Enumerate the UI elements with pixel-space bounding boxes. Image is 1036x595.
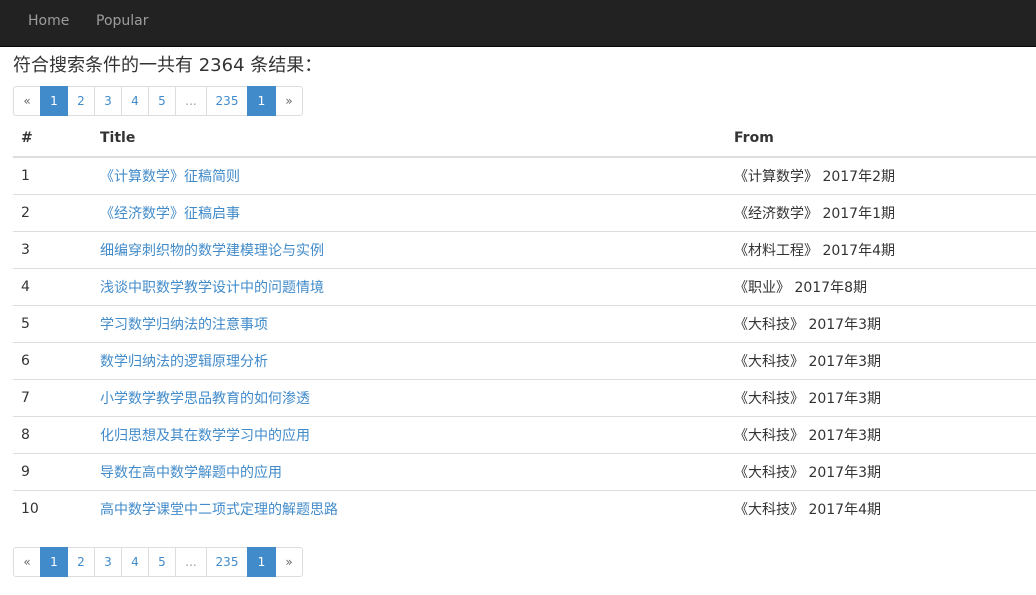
table-row: 3 细编穿刺织物的数学建模理论与实例 《材料工程》 2017年4期 xyxy=(13,230,1036,268)
row-source: 《大科技》 2017年3期 xyxy=(726,341,1036,379)
pagination-page-3[interactable]: 3 xyxy=(94,86,122,116)
table-row: 4 浅谈中职数学教学设计中的问题情境 《职业》 2017年8期 xyxy=(13,267,1036,305)
pagination-next-button[interactable]: » xyxy=(275,547,303,577)
pagination-next-button[interactable]: » xyxy=(275,86,303,116)
table-row: 6 数学归纳法的逻辑原理分析 《大科技》 2017年3期 xyxy=(13,341,1036,379)
table-row: 2 《经济数学》征稿启事 《经济数学》 2017年1期 xyxy=(13,193,1036,231)
pagination-page-5[interactable]: 5 xyxy=(148,86,176,116)
row-title-link[interactable]: 数学归纳法的逻辑原理分析 xyxy=(100,354,268,370)
table-row: 10 高中数学课堂中二项式定理的解题思路 《大科技》 2017年4期 xyxy=(13,489,1036,527)
pagination-page-1[interactable]: 1 xyxy=(40,547,68,577)
row-num: 8 xyxy=(13,415,92,453)
table-row: 8 化归思想及其在数学学习中的应用 《大科技》 2017年3期 xyxy=(13,415,1036,453)
pagination-page-last[interactable]: 235 xyxy=(206,86,248,116)
column-header-num: # xyxy=(13,120,92,158)
pagination-bottom: « 1 2 3 4 5 ... 235 1 » xyxy=(13,547,303,577)
row-num: 9 xyxy=(13,452,92,490)
table-row: 7 小学数学教学思品教育的如何渗透 《大科技》 2017年3期 xyxy=(13,378,1036,416)
pagination-page-4[interactable]: 4 xyxy=(121,547,149,577)
row-num: 6 xyxy=(13,341,92,379)
row-title-link[interactable]: 导数在高中数学解题中的应用 xyxy=(100,465,282,481)
row-source: 《经济数学》 2017年1期 xyxy=(726,193,1036,231)
pagination-prev-button[interactable]: « xyxy=(13,547,41,577)
row-source: 《大科技》 2017年4期 xyxy=(726,489,1036,527)
row-source: 《职业》 2017年8期 xyxy=(726,267,1036,305)
column-header-title: Title xyxy=(92,120,726,158)
row-num: 4 xyxy=(13,267,92,305)
pagination-page-1[interactable]: 1 xyxy=(40,86,68,116)
nav-home-link[interactable]: Home xyxy=(28,13,69,29)
pagination-top: « 1 2 3 4 5 ... 235 1 » xyxy=(13,86,303,116)
row-num: 10 xyxy=(13,489,92,527)
pagination-prev-button[interactable]: « xyxy=(13,86,41,116)
row-num: 5 xyxy=(13,304,92,342)
pagination-page-2[interactable]: 2 xyxy=(67,547,95,577)
pagination-page-2[interactable]: 2 xyxy=(67,86,95,116)
pagination-page-4[interactable]: 4 xyxy=(121,86,149,116)
table-row: 5 学习数学归纳法的注意事项 《大科技》 2017年3期 xyxy=(13,304,1036,342)
column-header-from: From xyxy=(726,120,1036,158)
pagination-page-last[interactable]: 235 xyxy=(206,547,248,577)
row-source: 《大科技》 2017年3期 xyxy=(726,304,1036,342)
table-row: 9 导数在高中数学解题中的应用 《大科技》 2017年3期 xyxy=(13,452,1036,490)
row-title-link[interactable]: 《经济数学》征稿启事 xyxy=(100,206,240,222)
pagination-current-page[interactable]: 1 xyxy=(247,86,276,116)
row-num: 7 xyxy=(13,378,92,416)
pagination-page-3[interactable]: 3 xyxy=(94,547,122,577)
nav-popular-link[interactable]: Popular xyxy=(96,13,149,29)
pagination-ellipsis: ... xyxy=(175,86,207,116)
row-source: 《计算数学》 2017年2期 xyxy=(734,168,895,185)
row-title-link[interactable]: 化归思想及其在数学学习中的应用 xyxy=(100,428,310,444)
row-num: 2 xyxy=(13,193,92,231)
row-source: 《材料工程》 2017年4期 xyxy=(726,230,1036,268)
row-source: 《大科技》 2017年3期 xyxy=(726,415,1036,453)
row-title-link[interactable]: 高中数学课堂中二项式定理的解题思路 xyxy=(100,502,338,518)
table-header-row: # Title From xyxy=(13,120,1036,158)
row-title-link[interactable]: 《计算数学》征稿简则 xyxy=(100,169,240,185)
top-navbar: Home Popular xyxy=(0,0,1036,47)
row-num: 3 xyxy=(13,230,92,268)
row-title-link[interactable]: 浅谈中职数学教学设计中的问题情境 xyxy=(100,280,324,296)
row-title-link[interactable]: 学习数学归纳法的注意事项 xyxy=(100,317,268,333)
row-source: 《大科技》 2017年3期 xyxy=(726,378,1036,416)
row-num: 1 xyxy=(21,167,30,184)
row-source: 《大科技》 2017年3期 xyxy=(726,452,1036,490)
results-table: # Title From 1 《计算数学》征稿简则 《计算数学》 2017年2期… xyxy=(13,120,1036,527)
table-row: 1 《计算数学》征稿简则 《计算数学》 2017年2期 xyxy=(13,157,1036,194)
pagination-page-5[interactable]: 5 xyxy=(148,547,176,577)
row-title-link[interactable]: 细编穿刺织物的数学建模理论与实例 xyxy=(100,243,324,259)
results-summary: 符合搜索条件的一共有 2364 条结果： xyxy=(13,55,323,76)
pagination-current-page[interactable]: 1 xyxy=(247,547,276,577)
row-title-link[interactable]: 小学数学教学思品教育的如何渗透 xyxy=(100,391,310,407)
pagination-ellipsis: ... xyxy=(175,547,207,577)
